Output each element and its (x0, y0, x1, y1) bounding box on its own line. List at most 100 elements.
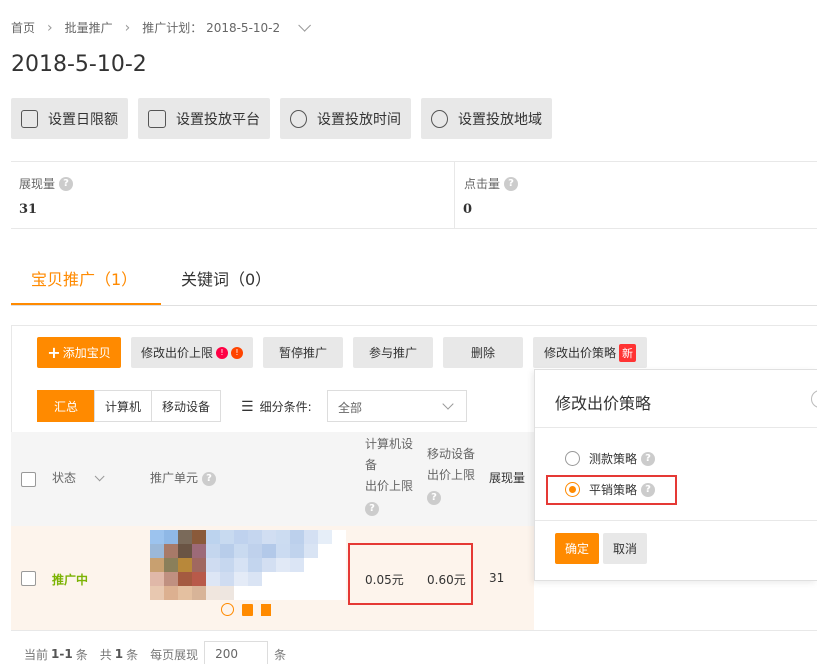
option-highlight-box (546, 475, 677, 505)
set-time-label: 设置投放时间 (317, 111, 401, 128)
bid-strategy-popup: 修改出价策略 测款策略 ? 平销策略 ? 确定 取消 (534, 369, 817, 581)
status-badge: 推广中 (52, 573, 89, 587)
product-image[interactable] (150, 530, 346, 600)
popup-divider (535, 520, 817, 521)
help-icon[interactable]: ? (365, 502, 379, 516)
join-button[interactable]: 参与推广 (353, 337, 433, 368)
footer-unit-2: 条 (126, 647, 139, 662)
close-icon[interactable] (811, 390, 817, 408)
option-test-strategy[interactable]: 测款策略 ? (565, 450, 656, 467)
col-status-label: 状态 (52, 471, 77, 485)
segment-summary[interactable]: 汇总 (37, 390, 96, 422)
footer-per-page-label: 每页展现 (150, 647, 199, 662)
confirm-button[interactable]: 确定 (555, 533, 599, 564)
table-header: 状态 推广单元? 计算机设 备 出价上限 ? 移动设备 出价上限 ? 展现量 (11, 432, 534, 526)
col-status-header[interactable]: 状态 (52, 468, 105, 489)
bid-highlight-box (348, 543, 473, 605)
add-item-label: 添加宝贝 (62, 346, 111, 360)
help-icon[interactable]: ? (59, 176, 74, 191)
screen-icon (148, 109, 166, 128)
help-icon[interactable]: ? (427, 491, 441, 505)
select-all-checkbox[interactable] (21, 472, 36, 487)
tab-keywords[interactable]: 关键词（0） (161, 254, 291, 305)
segment-computer[interactable]: 计算机 (94, 390, 153, 422)
trash-icon[interactable] (242, 603, 253, 616)
alert-icon: ! (231, 346, 243, 359)
pagination-footer: 当前 1-1 条 共 1 条 每页展现 200 条 (24, 641, 286, 664)
chevron-down-icon (94, 471, 105, 482)
col-mobile-bid-header: 移动设备 出价上限 ? (427, 444, 483, 507)
col-mobile-bid-label-2: 出价上限 (427, 468, 476, 482)
breadcrumb-home[interactable]: 首页 (11, 19, 35, 36)
footer-current-label: 当前 (24, 647, 49, 662)
per-page-value: 200 (215, 647, 239, 661)
set-daily-limit-label: 设置日限额 (48, 111, 118, 128)
filter-label: 细分条件: (259, 400, 312, 414)
footer-total: 1 (114, 647, 124, 661)
impressions-cell: 31 (489, 571, 505, 585)
breadcrumb-batch[interactable]: 批量推广 (65, 19, 113, 36)
col-pc-bid-header: 计算机设 备 出价上限 ? (365, 434, 421, 518)
chevron-right-icon: › (124, 19, 131, 36)
popup-title: 修改出价策略 (555, 394, 652, 413)
clicks-label: 点击量 (464, 177, 501, 191)
per-page-select[interactable]: 200 (204, 641, 269, 664)
clock-icon (290, 109, 307, 128)
radio-test-strategy[interactable] (565, 451, 580, 466)
filter-select[interactable]: 全部 (327, 390, 467, 422)
set-time-button[interactable]: 设置投放时间 (280, 98, 411, 139)
set-region-button[interactable]: 设置投放地域 (421, 98, 552, 139)
set-daily-limit-button[interactable]: 设置日限额 (11, 98, 128, 139)
footer-unit-1: 条 (75, 647, 88, 662)
delete-button[interactable]: 删除 (443, 337, 523, 368)
device-segment: 汇总 计算机 移动设备 (37, 390, 222, 422)
document-icon[interactable] (261, 603, 271, 616)
filter-label-group: ☰ 细分条件: (241, 398, 312, 415)
bid-strategy-label: 修改出价策略 (543, 346, 616, 360)
plus-icon: + (47, 343, 61, 362)
breadcrumb: 首页 › 批量推广 › 推广计划： 2018-5-10-2 (11, 19, 312, 36)
chevron-right-icon: › (47, 19, 53, 36)
help-icon[interactable]: ? (641, 451, 656, 466)
tab-bar: 宝贝推广（1） 关键词（0） (11, 254, 817, 306)
tab-items[interactable]: 宝贝推广（1） (11, 254, 161, 305)
set-region-label: 设置投放地域 (458, 111, 542, 128)
row-checkbox[interactable] (21, 571, 36, 586)
set-platform-button[interactable]: 设置投放平台 (138, 98, 270, 139)
help-icon[interactable]: ? (202, 471, 217, 486)
modify-bid-label: 修改出价上限 (140, 346, 213, 360)
list-icon: ☰ (241, 398, 254, 415)
stats-panel: 展现量? 31 点击量? 0 (11, 161, 817, 229)
chevron-down-icon[interactable] (298, 19, 312, 32)
breadcrumb-plan[interactable]: 推广计划： 2018-5-10-2 (142, 19, 280, 36)
clicks-stat: 点击量? 0 (455, 162, 817, 228)
chevron-down-icon (442, 398, 454, 410)
footer-range: 1-1 (51, 647, 73, 661)
help-icon[interactable]: ? (504, 176, 519, 191)
cancel-button[interactable]: 取消 (603, 533, 647, 564)
modify-bid-button[interactable]: 修改出价上限 !! (131, 337, 253, 368)
col-unit-label: 推广单元 (150, 471, 199, 485)
impressions-value: 31 (19, 202, 38, 217)
bid-strategy-button[interactable]: 修改出价策略 新 (533, 337, 647, 368)
segment-mobile[interactable]: 移动设备 (151, 390, 222, 422)
option-test-label: 测款策略 (589, 452, 638, 466)
filter-select-value: 全部 (338, 401, 363, 415)
popup-divider (535, 427, 817, 428)
pause-icon[interactable] (221, 603, 234, 616)
map-pin-icon (431, 109, 448, 128)
impressions-label: 展现量 (19, 177, 56, 191)
col-impressions-header[interactable]: 展现量 (489, 468, 525, 489)
col-unit-header: 推广单元? (150, 468, 217, 489)
footer-total-label: 共 (99, 647, 112, 662)
set-platform-label: 设置投放平台 (176, 111, 260, 128)
col-pc-bid-label-3: 出价上限 (365, 479, 414, 493)
impressions-stat: 展现量? 31 (11, 162, 455, 228)
add-item-button[interactable]: + 添加宝贝 (37, 337, 121, 368)
sliders-icon (21, 109, 38, 128)
col-pc-bid-label-2: 备 (365, 458, 378, 472)
row-actions (221, 603, 271, 616)
clicks-value: 0 (463, 202, 473, 217)
pause-button[interactable]: 暂停推广 (263, 337, 343, 368)
new-badge: 新 (619, 343, 636, 362)
